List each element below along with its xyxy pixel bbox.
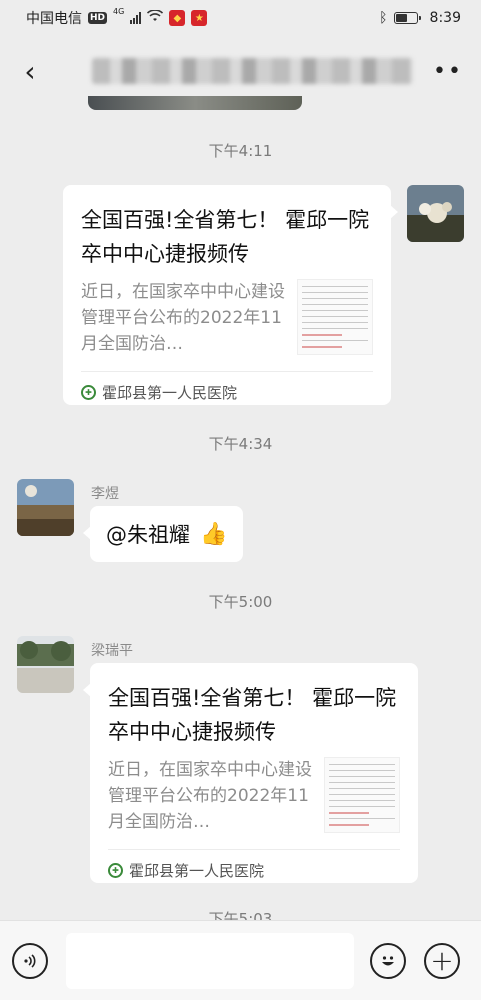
battery-icon [393, 12, 421, 24]
message-input[interactable] [66, 932, 354, 989]
network-label: 4G [113, 7, 125, 16]
bubble-tail [83, 683, 91, 697]
avatar-self[interactable] [407, 185, 464, 242]
status-left: 中国电信 HD 4G ◆ ★ [26, 7, 208, 28]
text-message[interactable]: @朱祖耀 👍 [83, 506, 244, 562]
card-description: 近日，在国家卒中中心建设管理平台公布的2022年11月全国防治… [108, 760, 312, 832]
clock: 8:39 [429, 10, 461, 26]
timestamp: 下午4:11 [208, 142, 273, 160]
plus-icon[interactable]: + [424, 942, 460, 979]
thumbs-up-icon: 👍 [200, 521, 228, 547]
status-right: ᛒ 8:39 [379, 10, 461, 26]
signal-icon [130, 12, 142, 24]
link-card-received[interactable]: 全国百强!全省第七！ 霍邱一院卒中中心捷报频传 近日，在国家卒中中心建设管理平台… [83, 663, 418, 883]
bubble-tail [390, 205, 398, 219]
message-text: @朱祖耀 [106, 523, 190, 547]
card-source-label: 霍邱县第一人民医院 [129, 862, 265, 880]
card-title: 全国百强!全省第七！ 霍邱一院卒中中心捷报频传 [81, 208, 370, 266]
avatar-li-yu[interactable] [17, 479, 74, 536]
card-source: ✚ 霍邱县第一人民医院 [81, 371, 373, 413]
card-body: 近日，在国家卒中中心建设管理平台公布的2022年11月全国防治… [108, 757, 400, 835]
hospital-logo-icon: ✚ [81, 385, 96, 400]
link-card-sent[interactable]: 全国百强!全省第七！ 霍邱一院卒中中心捷报频传 近日，在国家卒中中心建设管理平台… [63, 185, 398, 405]
chat-title-obscured [92, 58, 414, 84]
card-thumbnail [324, 757, 400, 833]
timestamp: 下午5:00 [208, 593, 273, 611]
chevron-left-icon[interactable]: ‹ [18, 55, 42, 88]
card-body: 近日，在国家卒中中心建设管理平台公布的2022年11月全国防治… [81, 279, 373, 357]
card-source: ✚ 霍邱县第一人民医院 [108, 849, 400, 891]
card-thumbnail [297, 279, 373, 355]
more-icon[interactable]: •• [433, 59, 463, 84]
voice-icon[interactable] [12, 942, 48, 979]
avatar-liang-ruiping[interactable] [17, 636, 74, 693]
app-notification-icon: ◆ [169, 10, 186, 26]
card-source-label: 霍邱县第一人民医院 [102, 384, 238, 402]
status-bar: 中国电信 HD 4G ◆ ★ ᛒ 8:39 [0, 0, 481, 36]
hospital-logo-icon: ✚ [108, 863, 123, 878]
wifi-icon [147, 9, 164, 26]
hd-badge: HD [88, 12, 108, 24]
bluetooth-icon: ᛒ [379, 10, 388, 26]
smiley-icon[interactable] [370, 942, 406, 979]
sender-name: 李煜 [91, 486, 119, 502]
carrier-label: 中国电信 [26, 11, 82, 27]
bubble-tail [83, 526, 91, 540]
timestamp: 下午4:34 [208, 435, 273, 453]
sender-name: 梁瑞平 [91, 643, 133, 659]
previous-image-message[interactable] [88, 96, 302, 110]
card-description: 近日，在国家卒中中心建设管理平台公布的2022年11月全国防治… [81, 282, 285, 354]
app-notification-icon-2: ★ [191, 10, 208, 26]
card-title: 全国百强!全省第七！ 霍邱一院卒中中心捷报频传 [108, 686, 397, 744]
input-bar: + [0, 920, 481, 1000]
